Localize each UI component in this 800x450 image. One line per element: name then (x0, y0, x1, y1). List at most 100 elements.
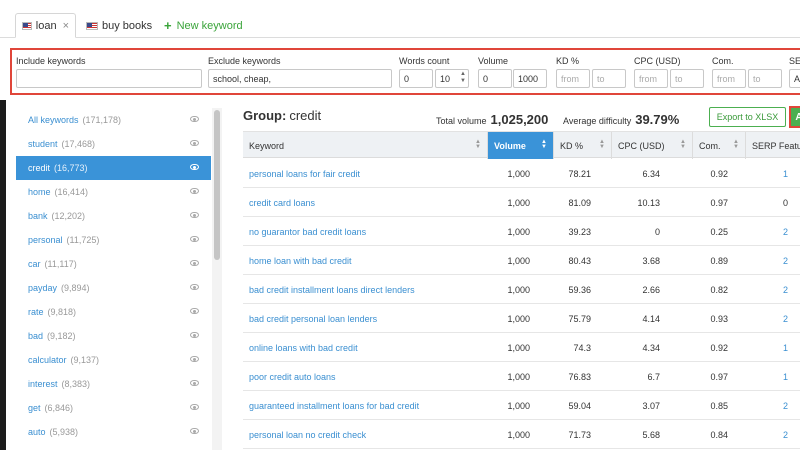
plus-icon: + (164, 18, 172, 33)
column-cpc[interactable]: CPC (USD) ▲ ▼ (612, 132, 693, 159)
eye-icon[interactable] (190, 380, 199, 386)
sidebar-item-interest[interactable]: interest (8,383) (16, 372, 211, 396)
sidebar-item-label: car (28, 259, 41, 269)
exclude-keywords-input[interactable]: school, cheap, (208, 69, 392, 88)
eye-icon[interactable] (190, 260, 199, 266)
volume-cell: 1,000 (507, 255, 530, 266)
column-kd[interactable]: KD % ▲ ▼ (554, 132, 612, 159)
serp-cell[interactable]: 1 (783, 159, 788, 188)
eye-icon[interactable] (190, 116, 199, 122)
sidebar-item-bank[interactable]: bank (12,202) (16, 204, 211, 228)
serp-cell[interactable]: 2 (783, 246, 788, 275)
tab-loan[interactable]: loan × (15, 13, 76, 38)
eye-icon[interactable] (190, 404, 199, 410)
add-button[interactable]: A (789, 106, 800, 128)
keyword-link[interactable]: bad credit personal loan lenders (249, 304, 377, 333)
table-header: Keyword ▲ ▼ Volume ▲ ▼ KD % ▲ ▼ CPC (USD) ▲ ▼ Co… (243, 131, 800, 159)
keyword-link[interactable]: online loans with bad credit (249, 333, 358, 362)
keyword-link[interactable]: home loan with bad credit (249, 246, 352, 275)
column-com[interactable]: Com. ▲ ▼ (693, 132, 746, 159)
serp-cell[interactable]: 1 (783, 362, 788, 391)
sidebar-item-auto[interactable]: auto (5,938) (16, 420, 211, 444)
eye-icon[interactable] (190, 164, 199, 170)
new-keyword-button[interactable]: + New keyword (158, 13, 249, 38)
eye-icon[interactable] (190, 428, 199, 434)
eye-icon[interactable] (190, 188, 199, 194)
sort-icon[interactable]: ▲ ▼ (599, 139, 605, 150)
sidebar-item-calculator[interactable]: calculator (9,137) (16, 348, 211, 372)
sidebar-item-personal[interactable]: personal (11,725) (16, 228, 211, 252)
sort-icon[interactable]: ▲ ▼ (541, 139, 547, 150)
keyword-link[interactable]: guaranteed installment loans for bad cre… (249, 391, 419, 420)
serp-cell[interactable]: 2 (783, 217, 788, 246)
com-cell: 0.25 (710, 226, 728, 237)
sidebar-item-payday[interactable]: payday (9,894) (16, 276, 211, 300)
keyword-link[interactable]: bad credit installment loans direct lend… (249, 275, 415, 304)
volume-to[interactable]: 1000 (513, 69, 547, 88)
eye-icon[interactable] (190, 308, 199, 314)
sort-icon[interactable]: ▲ ▼ (475, 139, 481, 150)
sidebar-item-label: credit (28, 163, 51, 173)
table-row: no guarantor bad credit loans 1,000 39.2… (243, 217, 800, 246)
sidebar-item-count: (5,938) (49, 427, 79, 437)
sidebar-item-rate[interactable]: rate (9,818) (16, 300, 211, 324)
eye-icon[interactable] (190, 140, 199, 146)
export-xlsx-button[interactable]: Export to XLSX (709, 107, 786, 127)
keyword-link[interactable]: personal loan no credit check (249, 420, 366, 449)
kd-to[interactable]: to (592, 69, 626, 88)
sidebar-item-label: bank (28, 211, 48, 221)
column-volume[interactable]: Volume ▲ ▼ (488, 132, 554, 159)
sidebar-item-car[interactable]: car (11,117) (16, 252, 211, 276)
serp-select[interactable]: An (789, 69, 800, 88)
serp-cell[interactable]: 1 (783, 333, 788, 362)
sidebar-item-count: (16,414) (54, 187, 89, 197)
serp-cell[interactable]: 2 (783, 391, 788, 420)
com-from[interactable]: from (712, 69, 746, 88)
serp-cell[interactable]: 2 (783, 420, 788, 449)
keyword-link[interactable]: credit card loans (249, 188, 315, 217)
sidebar-item-count: (16,773) (54, 163, 88, 173)
close-icon[interactable]: × (63, 20, 69, 32)
keyword-link[interactable]: no guarantor bad credit loans (249, 217, 366, 246)
com-cell: 0.85 (710, 400, 728, 411)
stepper-icon[interactable]: ▲ ▼ (459, 71, 467, 86)
sidebar-scrollbar[interactable] (212, 108, 222, 450)
tab-buy-books[interactable]: buy books (80, 13, 158, 38)
eye-icon[interactable] (190, 332, 199, 338)
com-to[interactable]: to (748, 69, 782, 88)
sidebar-item-count: (11,117) (44, 259, 77, 269)
serp-cell: 0 (783, 197, 789, 208)
column-label: CPC (USD) (618, 140, 665, 151)
serp-cell[interactable]: 2 (783, 304, 788, 333)
keyword-link[interactable]: personal loans for fair credit (249, 159, 360, 188)
sort-icon[interactable]: ▲ ▼ (680, 139, 686, 150)
cpc-to[interactable]: to (670, 69, 704, 88)
words-count-to[interactable]: 10 ▲ ▼ (435, 69, 469, 88)
sidebar-item-student[interactable]: student (17,468) (16, 132, 211, 156)
cpc-from[interactable]: from (634, 69, 668, 88)
include-keywords-input[interactable] (16, 69, 202, 88)
sidebar-item-label: get (28, 403, 41, 413)
words-count-label: Words count (399, 56, 450, 66)
kd-from[interactable]: from (556, 69, 590, 88)
eye-icon[interactable] (190, 236, 199, 242)
scrollbar-thumb[interactable] (214, 110, 220, 260)
com-cell: 0.97 (710, 371, 728, 382)
sidebar-item-get[interactable]: get (6,846) (16, 396, 211, 420)
sidebar-item-credit[interactable]: credit (16,773) (16, 156, 211, 180)
column-serp-features[interactable]: SERP Featur (746, 132, 800, 159)
sidebar-item-bad[interactable]: bad (9,182) (16, 324, 211, 348)
keyword-link[interactable]: poor credit auto loans (249, 362, 336, 391)
sort-icon[interactable]: ▲ ▼ (733, 139, 739, 150)
kd-cell: 75.79 (568, 313, 591, 324)
words-count-from[interactable]: 0 (399, 69, 433, 88)
eye-icon[interactable] (190, 356, 199, 362)
eye-icon[interactable] (190, 212, 199, 218)
column-keyword[interactable]: Keyword ▲ ▼ (243, 132, 488, 159)
volume-from[interactable]: 0 (478, 69, 512, 88)
eye-icon[interactable] (190, 284, 199, 290)
serp-cell[interactable]: 2 (783, 275, 788, 304)
cpc-cell: 6.34 (642, 168, 660, 179)
sidebar-item-all-keywords[interactable]: All keywords (171,178) (16, 108, 211, 132)
sidebar-item-home[interactable]: home (16,414) (16, 180, 211, 204)
